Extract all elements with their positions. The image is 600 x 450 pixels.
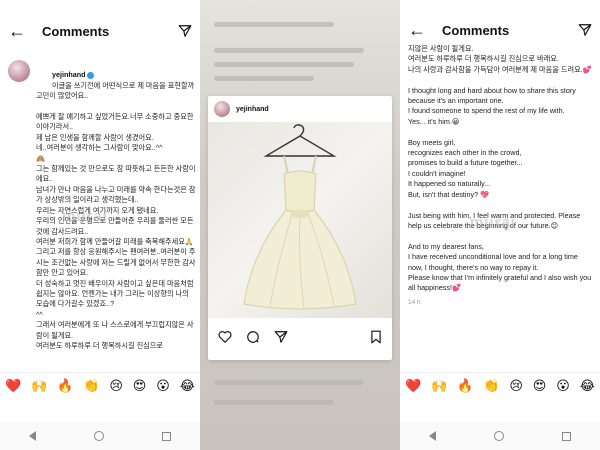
paper-plane-icon[interactable] bbox=[578, 23, 592, 37]
emoji-raised-hands[interactable]: 🙌 bbox=[31, 378, 47, 394]
caption-line: 여러분도 하루하루 더 행복하시길 진심으로 bbox=[36, 340, 164, 350]
header: ← Comments bbox=[0, 0, 200, 62]
caption-line: It happened so naturally... bbox=[408, 179, 491, 189]
emoji-heart-eyes[interactable]: 😍 bbox=[533, 378, 547, 394]
blurred-text bbox=[214, 62, 354, 67]
username[interactable]: yejinhand bbox=[52, 70, 86, 79]
emoji-laughing[interactable]: 😂 bbox=[180, 378, 195, 394]
emoji-crying[interactable]: 😢 bbox=[109, 378, 123, 394]
post-card[interactable]: yejinhand bbox=[208, 96, 392, 360]
heart-icon[interactable] bbox=[218, 330, 232, 349]
caption-line: 여러분도 하루하루 더 행복하시길 진심으로 바래요. bbox=[408, 54, 559, 64]
blurred-text bbox=[214, 400, 334, 405]
caption-line: promises to build a future together... bbox=[408, 158, 523, 168]
arrow-left-icon[interactable]: ← bbox=[8, 21, 30, 42]
blurred-text bbox=[214, 22, 334, 27]
caption-line: 우리는 자연스럽게 여기까지 오게 됐네요. bbox=[36, 205, 159, 215]
caption: yejinhand 이글을 쓰기전에 어떤식으로 제 마음을 표현할까 고민이 … bbox=[8, 60, 196, 351]
emoji-heart[interactable]: ❤️ bbox=[5, 378, 21, 394]
watermark: murai bbox=[470, 214, 516, 231]
caption-line: 네..여러분이 생각하는 그사람이 맞아요..^^ bbox=[36, 143, 163, 153]
caption-line: 🙈 bbox=[36, 153, 45, 163]
caption-line: ^^ bbox=[36, 309, 43, 319]
emoji-reaction-bar: ❤️ 🙌 🔥 👏 😢 😍 😮 😂 bbox=[0, 372, 200, 398]
emoji-heart-eyes[interactable]: 😍 bbox=[133, 378, 147, 394]
page-title: Comments bbox=[42, 23, 110, 39]
emoji-fire[interactable]: 🔥 bbox=[57, 378, 73, 394]
comments-panel-english: ← Comments 지않은 사람이 될게요. 여러분도 하루하루 더 행복하시… bbox=[400, 0, 600, 450]
post-card-header: yejinhand bbox=[208, 96, 392, 122]
page-title: Comments bbox=[442, 22, 510, 38]
caption-line: 여러분 저희가 함께 만들어갈 미래를 축복해주세요🙏 bbox=[36, 236, 194, 246]
comments-panel-korean: ← Comments yejinhand 이글을 쓰기전에 어떤식으로 제 마음… bbox=[0, 0, 200, 450]
avatar[interactable] bbox=[214, 101, 230, 117]
caption-line: Please know that I'm infinitely grateful… bbox=[408, 272, 594, 293]
caption-line: I found someone to spend the rest of my … bbox=[408, 106, 565, 116]
back-nav-icon[interactable] bbox=[29, 431, 36, 441]
post-photo-dress[interactable] bbox=[208, 122, 392, 318]
comment-icon[interactable] bbox=[246, 330, 260, 349]
emoji-reaction-bar: ❤️ 🙌 🔥 👏 😢 😍 😮 😂 bbox=[400, 372, 600, 398]
caption-line: And to my dearest fans, bbox=[408, 241, 484, 251]
caption-line: Boy meets girl, bbox=[408, 137, 456, 147]
post-actions bbox=[208, 318, 392, 360]
username[interactable]: yejinhand bbox=[236, 106, 269, 113]
emoji-heart[interactable]: ❤️ bbox=[405, 378, 421, 394]
system-nav-bar bbox=[0, 422, 200, 450]
emoji-surprised[interactable]: 😮 bbox=[156, 378, 170, 394]
caption-line: 제 남은 인생을 함께할 사람이 생겼어요. bbox=[36, 132, 154, 142]
verified-badge-icon bbox=[86, 72, 94, 79]
emoji-laughing[interactable]: 😂 bbox=[580, 378, 595, 394]
emoji-clap[interactable]: 👏 bbox=[83, 378, 99, 394]
caption-line: 예쁘게 잘 얘기하고 싶었거든요.너무 소중하고 중요한 이야기라서.. bbox=[36, 112, 196, 132]
caption-line: 나의 사랑과 감사함을 가득담아 여러분께 제 마음을 드려요.💕 bbox=[408, 64, 592, 74]
system-nav-bar bbox=[400, 422, 600, 450]
recents-nav-icon[interactable] bbox=[562, 431, 571, 441]
caption-line: 그리고 저를 항상 응원해주시는 팬여러분..여러분이 주시는 조건없는 사랑에… bbox=[36, 247, 196, 278]
avatar[interactable] bbox=[8, 60, 30, 82]
caption-line: 그는 함께있는 것 만으로도 참 따뜻하고 든든한 사람이에요. bbox=[36, 164, 196, 184]
caption-line: recognizes each other in the crowd, bbox=[408, 148, 522, 158]
emoji-crying[interactable]: 😢 bbox=[509, 378, 523, 394]
blurred-text bbox=[214, 380, 364, 385]
post-preview-panel: yejinhand bbox=[200, 0, 400, 450]
emoji-fire[interactable]: 🔥 bbox=[457, 378, 473, 394]
caption: 지않은 사람이 될게요. 여러분도 하루하루 더 행복하시길 진심으로 바래요.… bbox=[408, 44, 594, 308]
paper-plane-icon[interactable] bbox=[178, 24, 192, 38]
caption-line: 이글을 쓰기전에 어떤식으로 제 마음을 표현할까 고민이 많았어요.. bbox=[36, 80, 197, 101]
blurred-text bbox=[214, 76, 314, 81]
caption-line: 우리의 인연을 운명으로 만들어준 우리를 둘러싼 모든것에 감사드려요.. bbox=[36, 216, 194, 236]
emoji-raised-hands[interactable]: 🙌 bbox=[431, 378, 447, 394]
share-icon[interactable] bbox=[274, 330, 288, 349]
blurred-text bbox=[214, 48, 364, 53]
emoji-clap[interactable]: 👏 bbox=[483, 378, 499, 394]
caption-line: Yes... it's him.😀 bbox=[408, 116, 460, 126]
home-nav-icon[interactable] bbox=[94, 431, 104, 441]
caption-line: 지않은 사람이 될게요. bbox=[408, 44, 474, 53]
timestamp: 14 h bbox=[408, 298, 421, 306]
caption-line: But, isn't that destiny? 💖 bbox=[408, 189, 490, 199]
caption-line: I have received unconditional love and f… bbox=[408, 252, 580, 272]
caption-line: 그래서 여러분에게 또 나 스스로에게 부끄럽지않은 사람이 될게요. bbox=[36, 320, 194, 340]
recents-nav-icon[interactable] bbox=[162, 431, 171, 441]
caption-line: 더 성숙하고 멋진 배우이자 사람이고 싶은데 마음처럼 쉽지는 않아요. 언젠… bbox=[36, 278, 196, 309]
arrow-left-icon[interactable]: ← bbox=[408, 20, 430, 41]
home-nav-icon[interactable] bbox=[494, 431, 504, 441]
back-nav-icon[interactable] bbox=[429, 431, 436, 441]
watermark: murai bbox=[62, 208, 108, 225]
caption-line: I thought long and hard about how to sha… bbox=[408, 85, 578, 106]
bookmark-icon[interactable] bbox=[370, 330, 382, 349]
caption-line: 남녀가 만나 마음을 나누고 미래를 약속 한다는것은 참가 상상밖의 일이라고… bbox=[36, 184, 196, 205]
caption-line: I couldn't imagine! bbox=[408, 168, 466, 178]
emoji-surprised[interactable]: 😮 bbox=[556, 378, 570, 394]
